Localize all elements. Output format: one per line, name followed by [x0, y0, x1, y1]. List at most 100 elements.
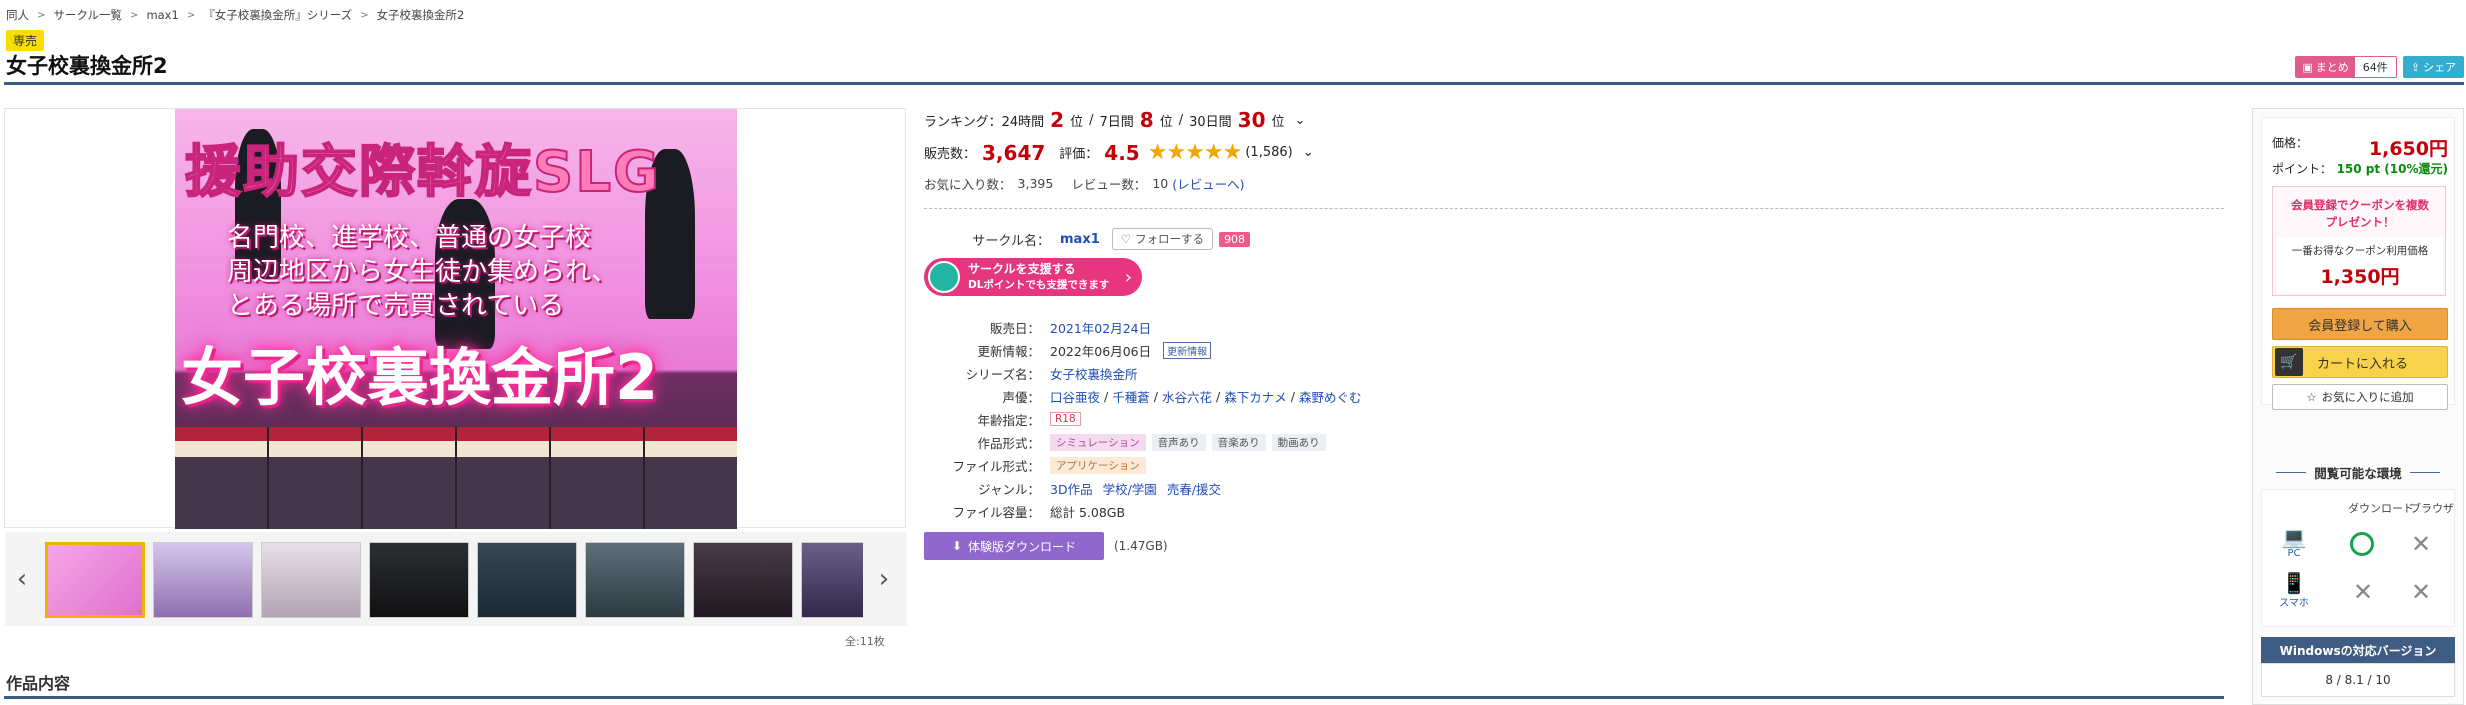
- page-title: 女子校裏換金所2: [6, 54, 168, 78]
- support-line2: DLポイントでも支援できます: [968, 278, 1110, 291]
- format-tag[interactable]: 音楽あり: [1211, 433, 1266, 451]
- chevron-left-icon[interactable]: ‹: [9, 562, 35, 596]
- thumbnail[interactable]: [585, 542, 685, 618]
- format-tag[interactable]: 音声あり: [1151, 433, 1206, 451]
- star-icon: ☆: [2306, 390, 2317, 404]
- breadcrumb-item-circle[interactable]: max1: [146, 8, 178, 22]
- environment-heading: 閲覧可能な環境: [2253, 463, 2463, 482]
- genre-link[interactable]: 売春/援交: [1167, 479, 1221, 498]
- add-to-favorites-button[interactable]: ☆ お気に入りに追加: [2272, 384, 2448, 410]
- support-circle-button[interactable]: サークルを支援する DLポイントでも支援できます ›: [924, 258, 1142, 296]
- voice-actor-link[interactable]: 森野めぐむ: [1299, 387, 1362, 406]
- series-link[interactable]: 女子校裏換金所: [1050, 364, 1138, 383]
- age-rating-tag[interactable]: R18: [1050, 412, 1081, 426]
- favorites-value: 3,395: [1017, 176, 1054, 191]
- rating-count: (1,586): [1245, 145, 1293, 160]
- support-text: サークルを支援する DLポイントでも支援できます: [968, 262, 1109, 293]
- hero-subtext-line: 名門校、進学校、普通の女子校: [227, 223, 592, 253]
- chevron-right-icon[interactable]: ›: [871, 562, 897, 596]
- file-format-tag[interactable]: アプリケーション: [1050, 456, 1146, 474]
- release-date-link[interactable]: 2021年02月24日: [1050, 318, 1151, 337]
- voice-actor-link[interactable]: 森下カナメ: [1224, 387, 1287, 406]
- cart-label: カートに入れる: [2317, 356, 2409, 372]
- genre-link[interactable]: 3D作品: [1050, 479, 1093, 498]
- coupon-box[interactable]: 会員登録でクーポンを複数 プレゼント！ 一番お得なクーポン利用価格 1,350円: [2272, 186, 2446, 296]
- share-button[interactable]: ⇪ シェア: [2402, 56, 2464, 78]
- env-browser-header: ブラウザ: [2410, 502, 2454, 515]
- unsupported-cross-icon: ✕: [2352, 578, 2374, 606]
- windows-version-heading: Windowsの対応バージョン: [2261, 637, 2455, 663]
- ranking-label: ランキング：: [924, 114, 1002, 130]
- matome-label: まとめ: [2315, 61, 2349, 74]
- smartphone-icon: 📱: [2281, 571, 2307, 595]
- sales-value: 3,647: [982, 140, 1046, 165]
- spec-table: 販売日： 2021年02月24日 更新情報： 2022年06月06日 更新情報 シ…: [924, 316, 1361, 523]
- sales-label: 販売数：: [924, 147, 977, 162]
- price-box: 価格： 1,650円 ポイント： 150 pt (10%還元) 会員登録でクーポ…: [2261, 117, 2455, 410]
- point-row: ポイント： 150 pt (10%還元): [2272, 160, 2448, 177]
- main-product-image[interactable]: 援助交際斡旋SLG 名門校、進学校、普通の女子校 周辺地区から女生徒か集められ、…: [175, 109, 737, 529]
- ranking-30d-unit: 位: [1271, 114, 1285, 130]
- hero-subtext: 名門校、進学校、普通の女子校 周辺地区から女生徒か集められ、 とある場所で売買さ…: [227, 221, 617, 323]
- follow-button[interactable]: ♡ フォローする: [1111, 228, 1214, 250]
- thumbnail-list: [45, 542, 863, 618]
- spec-series: シリーズ名： 女子校裏換金所: [924, 362, 1361, 384]
- env-pc: 💻 PC: [2276, 526, 2312, 559]
- spec-genre: ジャンル： 3D作品 学校/学園 売春/援交: [924, 477, 1361, 499]
- thumbnail[interactable]: [693, 542, 793, 618]
- spec-key: 声優：: [1002, 389, 1040, 405]
- circle-logo-icon: [928, 261, 960, 293]
- unsupported-cross-icon: ✕: [2410, 530, 2432, 558]
- voice-actor-link[interactable]: 水谷六花: [1162, 387, 1212, 406]
- env-phone: 📱 スマホ: [2276, 572, 2312, 609]
- windows-versions: 8 / 8.1 / 10: [2261, 663, 2455, 697]
- spec-key: シリーズ名：: [965, 366, 1040, 382]
- add-to-cart-button[interactable]: 🛒 カートに入れる: [2272, 346, 2448, 378]
- spec-voice: 声優： 口谷亜夜 / 千種蒼 / 水谷六花 / 森下カナメ / 森野めぐむ: [924, 385, 1361, 407]
- thumbnail[interactable]: [369, 542, 469, 618]
- thumbnail[interactable]: [801, 542, 863, 618]
- chevron-right-icon: >: [37, 9, 46, 21]
- cloud-download-icon: ⬇: [951, 539, 963, 553]
- thumbnail[interactable]: [477, 542, 577, 618]
- env-download-header: ダウンロード: [2348, 502, 2414, 515]
- bookmark-icon: ▣: [2302, 60, 2313, 74]
- character-panel: [269, 427, 361, 529]
- point-label: ポイント：: [2272, 162, 2333, 176]
- voice-actor-link[interactable]: 千種蒼: [1112, 387, 1150, 406]
- hero-subtext-line: 周辺地区から女生徒か集められ、: [227, 257, 618, 287]
- chevron-down-icon[interactable]: ⌄: [1295, 113, 1306, 128]
- review-link[interactable]: (レビューへ): [1172, 174, 1244, 193]
- breadcrumb-item-circles[interactable]: サークル一覧: [53, 7, 122, 23]
- format-tag[interactable]: 動画あり: [1271, 433, 1326, 451]
- title-actions: ▣ まとめ 64件 ⇪ シェア: [2295, 56, 2464, 78]
- breadcrumb-item-doujin[interactable]: 同人: [6, 7, 29, 23]
- spec-key: 更新情報：: [977, 343, 1040, 359]
- ranking-24h-unit: 位: [1070, 114, 1084, 130]
- thumbnail[interactable]: [153, 542, 253, 618]
- share-icon: ⇪: [2410, 60, 2420, 74]
- coupon-promo-line: 会員登録でクーポンを複数: [2291, 198, 2429, 212]
- ranking-7d-value: 8: [1139, 108, 1154, 132]
- genre-link[interactable]: 学校/学園: [1103, 479, 1157, 498]
- share-label: シェア: [2423, 61, 2456, 74]
- matome-button[interactable]: ▣ まとめ 64件: [2295, 56, 2397, 78]
- voice-actor-link[interactable]: 口谷亜夜: [1050, 387, 1100, 406]
- chevron-down-icon[interactable]: ⌄: [1303, 145, 1314, 160]
- heading-line: [2409, 472, 2440, 473]
- laptop-icon: 💻: [2281, 525, 2307, 549]
- breadcrumb-item-series[interactable]: 『女子校裏換金所』シリーズ: [203, 7, 352, 23]
- trial-download-button[interactable]: ⬇ 体験版ダウンロード: [924, 532, 1104, 560]
- ranking-24h-value: 2: [1050, 108, 1065, 132]
- hero-subtext-line: とある場所で売買されている: [227, 291, 565, 321]
- update-info-tag[interactable]: 更新情報: [1163, 341, 1212, 359]
- character-panel: [457, 427, 549, 529]
- register-and-buy-button[interactable]: 会員登録して購入: [2272, 308, 2448, 340]
- format-tag[interactable]: シミュレーション: [1050, 433, 1146, 451]
- coupon-promo: 会員登録でクーポンを複数 プレゼント！: [2273, 197, 2447, 231]
- separator: /: [1290, 388, 1295, 404]
- rating-stars-icon: ★★★★★: [1147, 140, 1243, 165]
- thumbnail[interactable]: [45, 542, 145, 618]
- circle-name-link[interactable]: max1: [1060, 232, 1100, 247]
- thumbnail[interactable]: [261, 542, 361, 618]
